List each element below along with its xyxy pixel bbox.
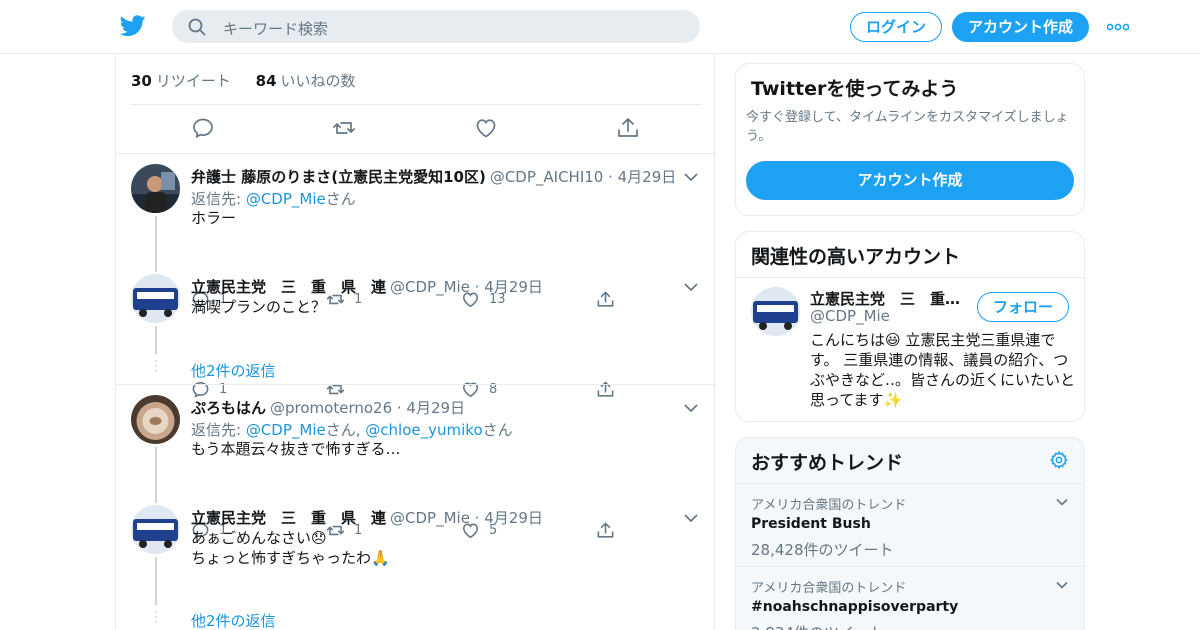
handle-and-date[interactable]: @promoterno26 · 4月29日 — [270, 399, 465, 417]
tweet-header: 立憲民主党 三 重 県 連 @CDP_Mie · 4月29日 — [191, 507, 543, 528]
retweet-count[interactable]: 30 — [131, 72, 152, 90]
avatar[interactable] — [131, 505, 180, 554]
tweet-text: ホラー — [191, 209, 237, 227]
login-button[interactable]: ログイン — [850, 12, 942, 42]
trend-context: アメリカ合衆国のトレンド — [751, 581, 907, 596]
divider — [736, 277, 1084, 278]
create-account-button[interactable]: アカウント作成 — [746, 161, 1074, 200]
search-icon — [188, 18, 206, 36]
chevron-down-icon[interactable] — [1056, 498, 1068, 506]
main-tweet-actions — [116, 116, 716, 144]
trends-card: おすすめトレンド アメリカ合衆国のトレンド President Bush 28,… — [735, 437, 1085, 630]
divider — [116, 153, 716, 154]
chevron-down-icon[interactable] — [684, 282, 698, 292]
chevron-down-icon[interactable] — [1056, 581, 1068, 589]
thread-dots — [154, 611, 158, 626]
handle-and-date[interactable]: @CDP_Mie · 4月29日 — [390, 278, 543, 296]
search-input[interactable]: キーワード検索 — [223, 18, 328, 39]
display-name[interactable]: 立憲民主党 三 重 県 連 — [191, 509, 386, 527]
thread-dots — [154, 360, 158, 375]
divider — [131, 104, 701, 105]
trend-count: 2,834件のツイート — [751, 622, 884, 630]
reply-suffix: さん — [482, 421, 513, 439]
avatar[interactable] — [751, 287, 800, 336]
like-label[interactable]: いいねの数 — [281, 72, 356, 90]
search-bar[interactable]: キーワード検索 — [172, 10, 700, 43]
account-name[interactable]: 立憲民主党 三 重… — [810, 288, 970, 309]
tweet-text: もう本題云々抜きで怖すぎる… — [191, 440, 401, 458]
tweet-detail-column: 30 リツイート 84 いいねの数 弁護士 藤原のりまさ(立憲民主党愛知10区)… — [115, 54, 716, 630]
tweet-header: 立憲民主党 三 重 県 連 @CDP_Mie · 4月29日 — [191, 276, 543, 297]
share-icon — [597, 291, 614, 307]
avatar[interactable] — [131, 274, 180, 323]
reply-context: 返信先: @CDP_Mieさん, @chloe_yumikoさん — [191, 419, 513, 440]
reply-separator: さん, — [325, 421, 366, 439]
show-more-replies-link[interactable]: 他2件の返信 — [191, 610, 276, 630]
mention-link[interactable]: @CDP_Mie — [246, 421, 326, 439]
trend-name[interactable]: #noahschnappisoverparty — [751, 599, 958, 615]
reply-prefix: 返信先: — [191, 190, 246, 208]
handle-and-date[interactable]: @CDP_Mie · 4月29日 — [390, 509, 543, 527]
reply-icon[interactable] — [191, 116, 215, 140]
gear-icon[interactable] — [1049, 450, 1069, 470]
handle-and-date[interactable]: @CDP_AICHI10 · 4月29日 — [490, 168, 676, 186]
avatar[interactable] — [131, 164, 180, 213]
reply-suffix: さん — [325, 190, 356, 208]
account-handle[interactable]: @CDP_Mie — [810, 307, 890, 325]
follow-button[interactable]: フォロー — [977, 292, 1069, 322]
related-accounts-title: 関連性の高いアカウント — [751, 246, 961, 268]
show-more-replies-link[interactable]: 他2件の返信 — [191, 360, 276, 381]
signup-card-subtitle: 今すぐ登録して、タイムラインをカスタマイズしましょう。 — [746, 110, 1069, 144]
trend-item[interactable]: アメリカ合衆国のトレンド #noahschnappisoverparty 2,8… — [736, 567, 1084, 630]
signup-button[interactable]: アカウント作成 — [952, 12, 1089, 42]
tweet-text-line2: ちょっと怖すぎちゃったわ🙏 — [191, 549, 390, 567]
trend-name[interactable]: President Bush — [751, 516, 871, 532]
share-icon — [597, 381, 614, 397]
signup-card-title: Twitterを使ってみよう — [751, 78, 959, 100]
related-accounts-card: 関連性の高いアカウント 立憲民主党 三 重… @CDP_Mie フォロー こんに… — [735, 231, 1085, 422]
tweet-header: ぷろもはん @promoterno26 · 4月29日 — [191, 397, 465, 418]
thread-line — [155, 557, 157, 605]
tweet-header: 弁護士 藤原のりまさ(立憲民主党愛知10区) @CDP_AICHI10 · 4月2… — [191, 166, 676, 187]
thread-line — [155, 326, 157, 354]
reply-context: 返信先: @CDP_Mieさん — [191, 188, 356, 209]
mention-link[interactable]: @CDP_Mie — [246, 190, 326, 208]
display-name[interactable]: 立憲民主党 三 重 県 連 — [191, 278, 386, 296]
chevron-down-icon[interactable] — [684, 513, 698, 523]
reply-prefix: 返信先: — [191, 421, 246, 439]
like-count[interactable]: 84 — [256, 72, 277, 90]
tweet-stats: 30 リツイート 84 いいねの数 — [131, 70, 356, 91]
chevron-down-icon[interactable] — [684, 403, 698, 413]
like-icon[interactable] — [474, 116, 498, 140]
mention-link[interactable]: @chloe_yumiko — [365, 421, 482, 439]
display-name[interactable]: 弁護士 藤原のりまさ(立憲民主党愛知10区) — [191, 168, 486, 186]
trend-count: 28,428件のツイート — [751, 541, 894, 559]
chevron-down-icon[interactable] — [684, 172, 698, 182]
thread-line — [155, 216, 157, 272]
avatar[interactable] — [131, 395, 180, 444]
trend-item[interactable]: アメリカ合衆国のトレンド President Bush 28,428件のツイート — [736, 484, 1084, 567]
top-bar: キーワード検索 ログイン アカウント作成 — [0, 0, 1200, 54]
share-icon — [597, 522, 614, 538]
twitter-logo-icon[interactable] — [120, 14, 146, 38]
display-name[interactable]: ぷろもはん — [191, 399, 266, 417]
retweet-icon[interactable] — [332, 116, 356, 140]
more-options-icon[interactable] — [1107, 23, 1129, 31]
tweet-text: 満喫プランのこと？ — [191, 298, 327, 316]
trend-context: アメリカ合衆国のトレンド — [751, 498, 907, 513]
account-bio: こんにちは😃 立憲民主党三重県連です。 三重県連の情報、議員の紹介、つぶやきなど… — [810, 331, 1076, 409]
tweet-text-line1: あぁごめんなさい😞 — [191, 529, 327, 547]
trends-title: おすすめトレンド — [751, 452, 904, 474]
thread-line — [155, 447, 157, 503]
share-icon[interactable] — [616, 116, 640, 140]
divider — [116, 384, 716, 385]
signup-card: Twitterを使ってみよう 今すぐ登録して、タイムラインをカスタマイズしましょ… — [735, 63, 1085, 216]
retweet-label[interactable]: リツイート — [156, 72, 231, 90]
